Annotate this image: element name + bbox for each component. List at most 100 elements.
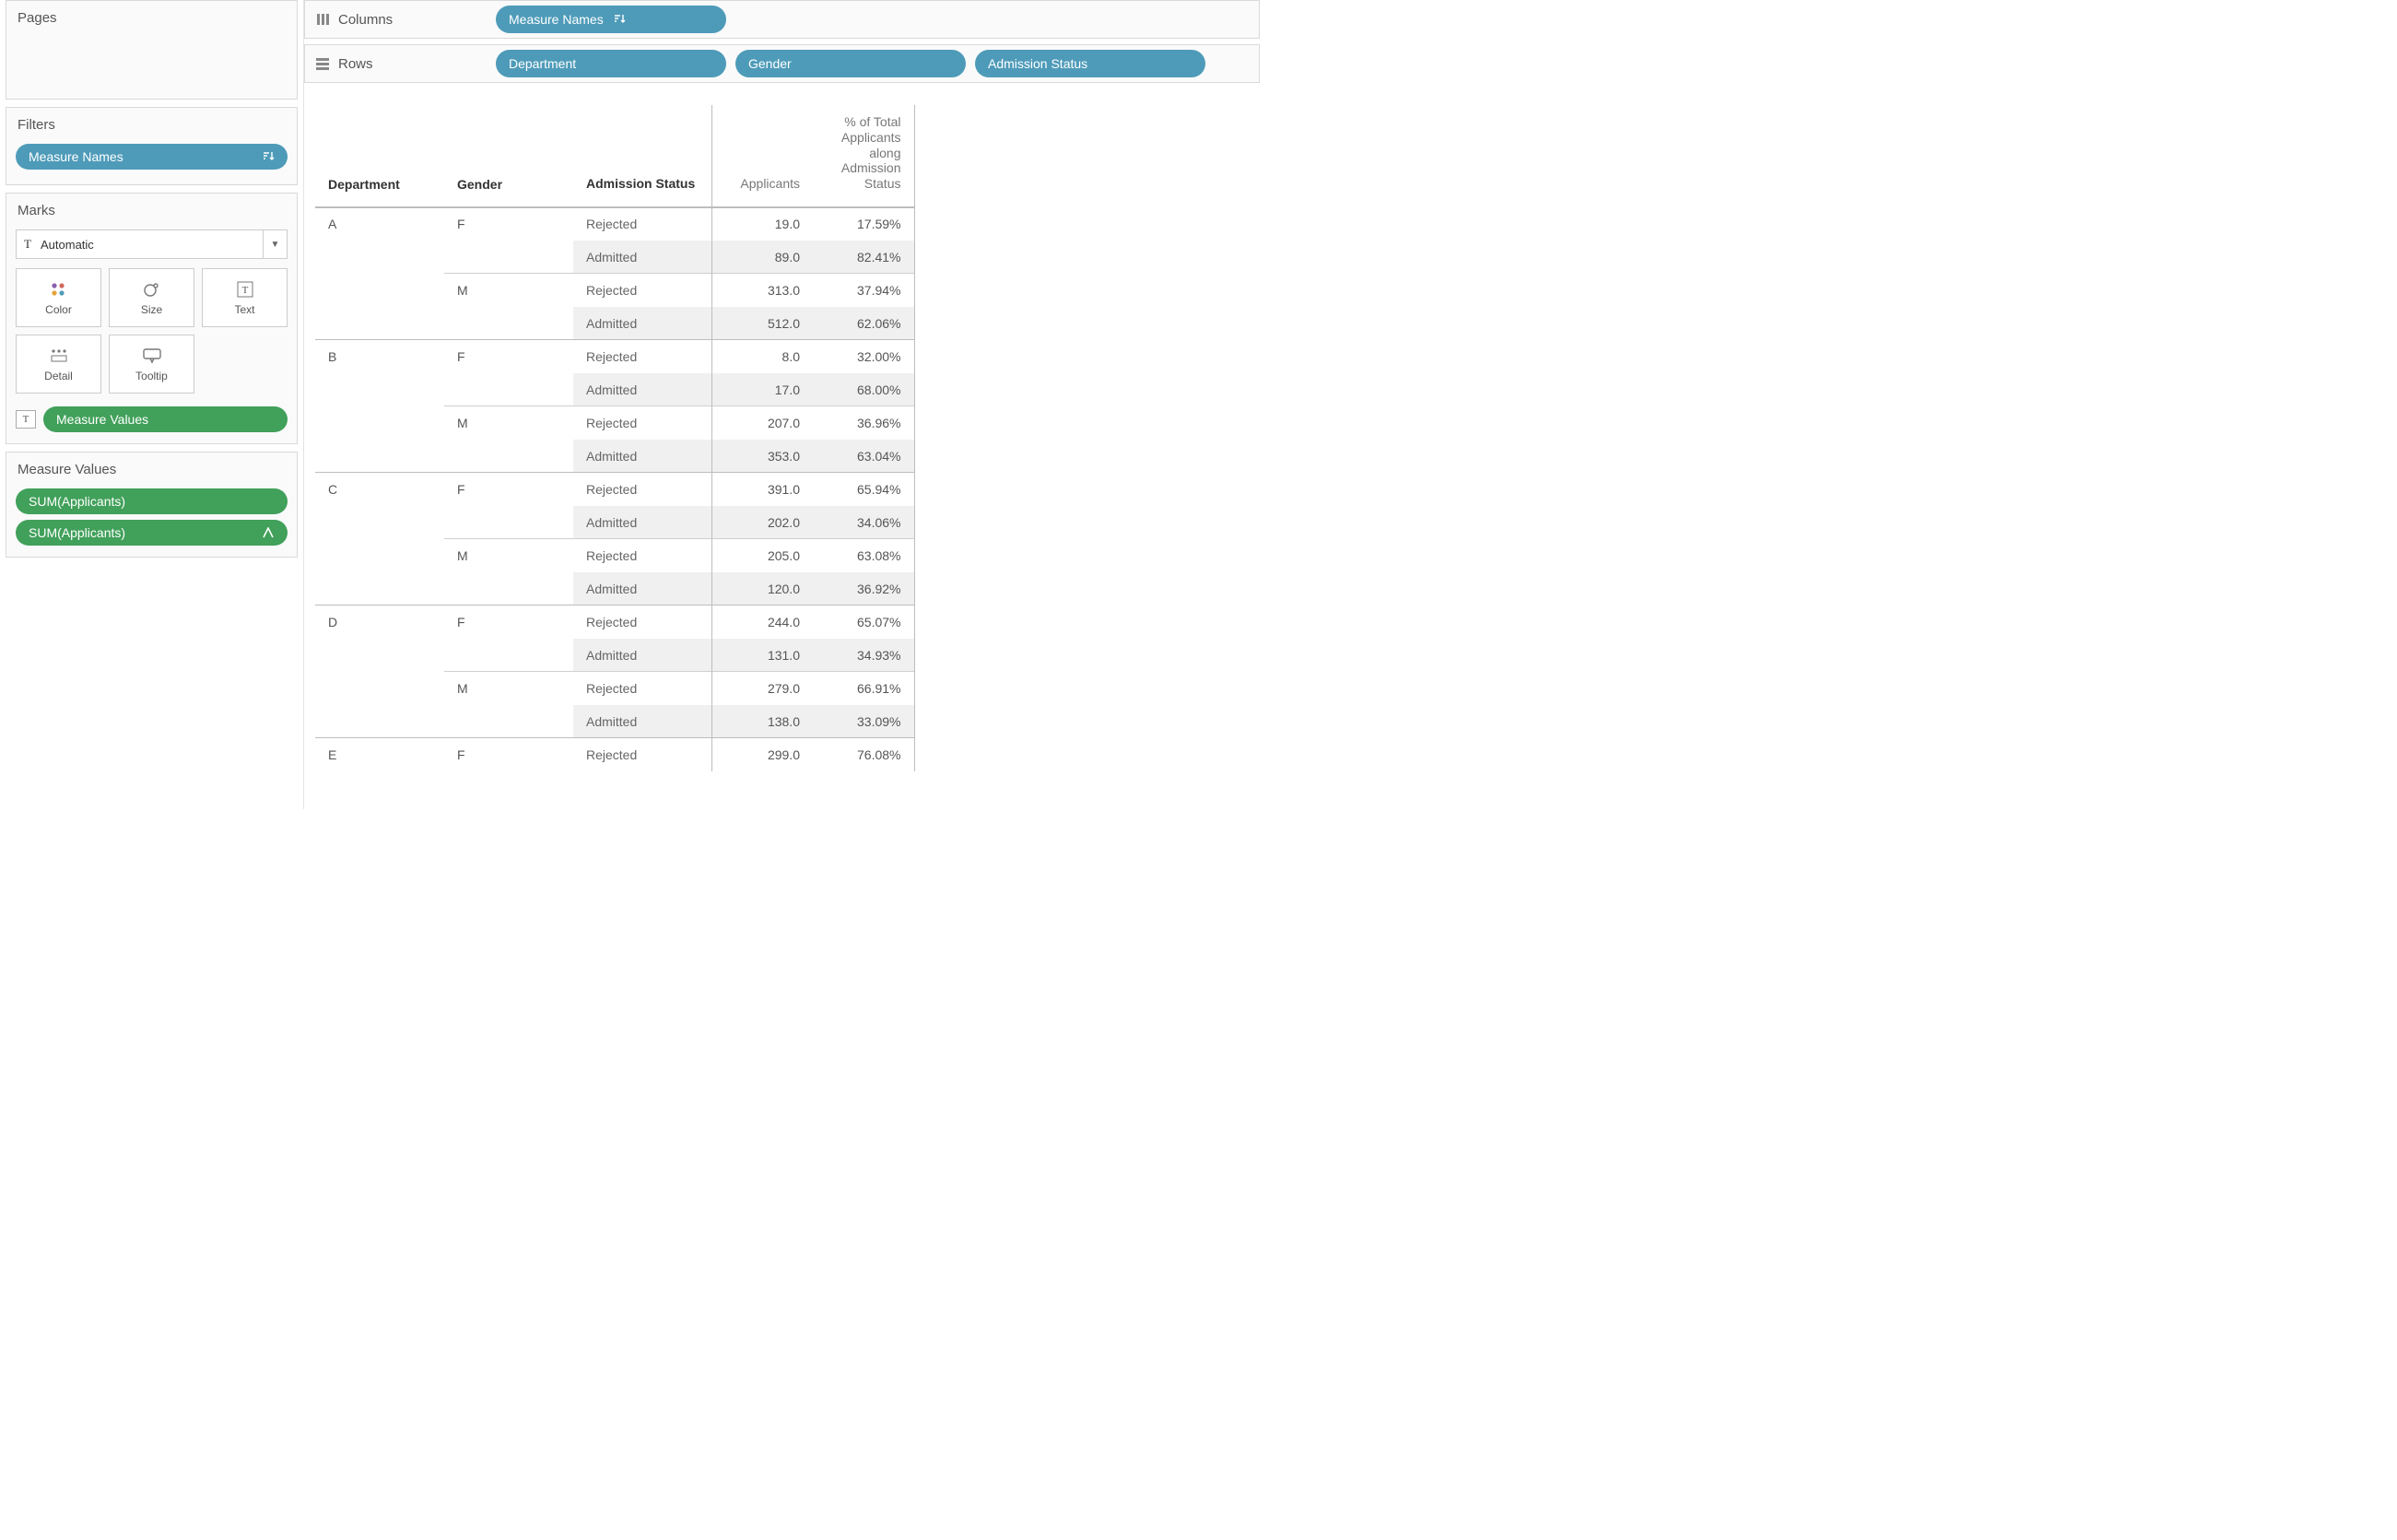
cell-pct[interactable]: 65.07% bbox=[813, 605, 914, 639]
cell-gender[interactable] bbox=[444, 241, 573, 274]
cell-department[interactable]: D bbox=[315, 605, 444, 639]
rows-pill-admission-status[interactable]: Admission Status bbox=[975, 50, 1205, 77]
cell-applicants[interactable]: 138.0 bbox=[711, 705, 813, 738]
cell-admission-status[interactable]: Admitted bbox=[573, 506, 711, 539]
cell-gender[interactable]: F bbox=[444, 605, 573, 639]
rows-pill-department[interactable]: Department bbox=[496, 50, 726, 77]
cell-pct[interactable]: 32.00% bbox=[813, 340, 914, 373]
marks-text-button[interactable]: T Text bbox=[202, 268, 288, 327]
cell-applicants[interactable]: 8.0 bbox=[711, 340, 813, 373]
cell-pct[interactable]: 37.94% bbox=[813, 274, 914, 307]
cell-gender[interactable]: F bbox=[444, 473, 573, 506]
cell-applicants[interactable]: 202.0 bbox=[711, 506, 813, 539]
marks-tooltip-button[interactable]: Tooltip bbox=[109, 335, 194, 394]
cell-admission-status[interactable]: Admitted bbox=[573, 639, 711, 672]
cell-applicants[interactable]: 17.0 bbox=[711, 373, 813, 406]
measure-values-pill-0[interactable]: SUM(Applicants) bbox=[16, 488, 288, 514]
cell-department[interactable] bbox=[315, 440, 444, 473]
cell-gender[interactable] bbox=[444, 440, 573, 473]
cell-pct[interactable]: 36.96% bbox=[813, 406, 914, 440]
cell-department[interactable]: A bbox=[315, 207, 444, 241]
cell-department[interactable] bbox=[315, 506, 444, 539]
cell-admission-status[interactable]: Rejected bbox=[573, 738, 711, 771]
cell-admission-status[interactable]: Admitted bbox=[573, 307, 711, 340]
cell-applicants[interactable]: 353.0 bbox=[711, 440, 813, 473]
cell-admission-status[interactable]: Rejected bbox=[573, 605, 711, 639]
marks-detail-button[interactable]: Detail bbox=[16, 335, 101, 394]
header-pct[interactable]: % of Total Applicants along Admission St… bbox=[813, 105, 914, 207]
cell-applicants[interactable]: 244.0 bbox=[711, 605, 813, 639]
cell-applicants[interactable]: 313.0 bbox=[711, 274, 813, 307]
cell-applicants[interactable]: 512.0 bbox=[711, 307, 813, 340]
cell-gender[interactable]: M bbox=[444, 274, 573, 307]
marks-text-pill[interactable]: Measure Values bbox=[43, 406, 288, 432]
header-gender[interactable]: Gender bbox=[444, 105, 573, 207]
cell-department[interactable] bbox=[315, 373, 444, 406]
cell-admission-status[interactable]: Admitted bbox=[573, 572, 711, 605]
cell-pct[interactable]: 17.59% bbox=[813, 207, 914, 241]
cell-pct[interactable]: 33.09% bbox=[813, 705, 914, 738]
header-admission-status[interactable]: Admission Status bbox=[573, 105, 711, 207]
cell-applicants[interactable]: 299.0 bbox=[711, 738, 813, 771]
cell-pct[interactable]: 36.92% bbox=[813, 572, 914, 605]
cell-department[interactable] bbox=[315, 572, 444, 605]
cell-department[interactable] bbox=[315, 539, 444, 572]
cell-admission-status[interactable]: Rejected bbox=[573, 672, 711, 705]
cell-pct[interactable]: 34.93% bbox=[813, 639, 914, 672]
mark-type-select[interactable]: T Automatic ▼ bbox=[16, 229, 288, 259]
header-department[interactable]: Department bbox=[315, 105, 444, 207]
pages-card[interactable]: Pages bbox=[6, 0, 298, 100]
cell-applicants[interactable]: 207.0 bbox=[711, 406, 813, 440]
cell-gender[interactable]: F bbox=[444, 207, 573, 241]
cell-gender[interactable] bbox=[444, 572, 573, 605]
cell-admission-status[interactable]: Admitted bbox=[573, 241, 711, 274]
marks-size-button[interactable]: Size bbox=[109, 268, 194, 327]
cell-admission-status[interactable]: Rejected bbox=[573, 406, 711, 440]
cell-department[interactable]: E bbox=[315, 738, 444, 771]
cell-pct[interactable]: 82.41% bbox=[813, 241, 914, 274]
cell-pct[interactable]: 34.06% bbox=[813, 506, 914, 539]
cell-gender[interactable]: F bbox=[444, 340, 573, 373]
cell-admission-status[interactable]: Admitted bbox=[573, 705, 711, 738]
cell-admission-status[interactable]: Rejected bbox=[573, 274, 711, 307]
cell-gender[interactable]: F bbox=[444, 738, 573, 771]
cell-gender[interactable] bbox=[444, 373, 573, 406]
marks-color-button[interactable]: Color bbox=[16, 268, 101, 327]
cell-department[interactable] bbox=[315, 241, 444, 274]
cell-pct[interactable]: 68.00% bbox=[813, 373, 914, 406]
cell-department[interactable] bbox=[315, 639, 444, 672]
cell-department[interactable] bbox=[315, 307, 444, 340]
cell-pct[interactable]: 62.06% bbox=[813, 307, 914, 340]
cell-gender[interactable] bbox=[444, 506, 573, 539]
cell-admission-status[interactable]: Rejected bbox=[573, 207, 711, 241]
cell-gender[interactable] bbox=[444, 307, 573, 340]
cell-applicants[interactable]: 279.0 bbox=[711, 672, 813, 705]
cell-pct[interactable]: 76.08% bbox=[813, 738, 914, 771]
cell-department[interactable] bbox=[315, 672, 444, 705]
cell-admission-status[interactable]: Rejected bbox=[573, 340, 711, 373]
measure-values-pill-1[interactable]: SUM(Applicants) bbox=[16, 520, 288, 546]
cell-department[interactable]: C bbox=[315, 473, 444, 506]
columns-shelf[interactable]: Columns Measure Names bbox=[304, 0, 1260, 39]
cell-gender[interactable] bbox=[444, 705, 573, 738]
cell-pct[interactable]: 65.94% bbox=[813, 473, 914, 506]
cell-department[interactable]: B bbox=[315, 340, 444, 373]
cell-applicants[interactable]: 391.0 bbox=[711, 473, 813, 506]
cell-applicants[interactable]: 19.0 bbox=[711, 207, 813, 241]
cell-department[interactable] bbox=[315, 274, 444, 307]
filter-pill-measure-names[interactable]: Measure Names bbox=[16, 144, 288, 170]
cell-gender[interactable]: M bbox=[444, 406, 573, 440]
cell-applicants[interactable]: 120.0 bbox=[711, 572, 813, 605]
columns-pill-measure-names[interactable]: Measure Names bbox=[496, 6, 726, 33]
cell-admission-status[interactable]: Admitted bbox=[573, 440, 711, 473]
cell-applicants[interactable]: 89.0 bbox=[711, 241, 813, 274]
cell-gender[interactable]: M bbox=[444, 539, 573, 572]
filters-card[interactable]: Filters Measure Names bbox=[6, 107, 298, 185]
cell-admission-status[interactable]: Rejected bbox=[573, 539, 711, 572]
cell-pct[interactable]: 66.91% bbox=[813, 672, 914, 705]
cell-applicants[interactable]: 131.0 bbox=[711, 639, 813, 672]
cell-applicants[interactable]: 205.0 bbox=[711, 539, 813, 572]
cell-department[interactable] bbox=[315, 705, 444, 738]
cell-admission-status[interactable]: Admitted bbox=[573, 373, 711, 406]
cell-pct[interactable]: 63.04% bbox=[813, 440, 914, 473]
